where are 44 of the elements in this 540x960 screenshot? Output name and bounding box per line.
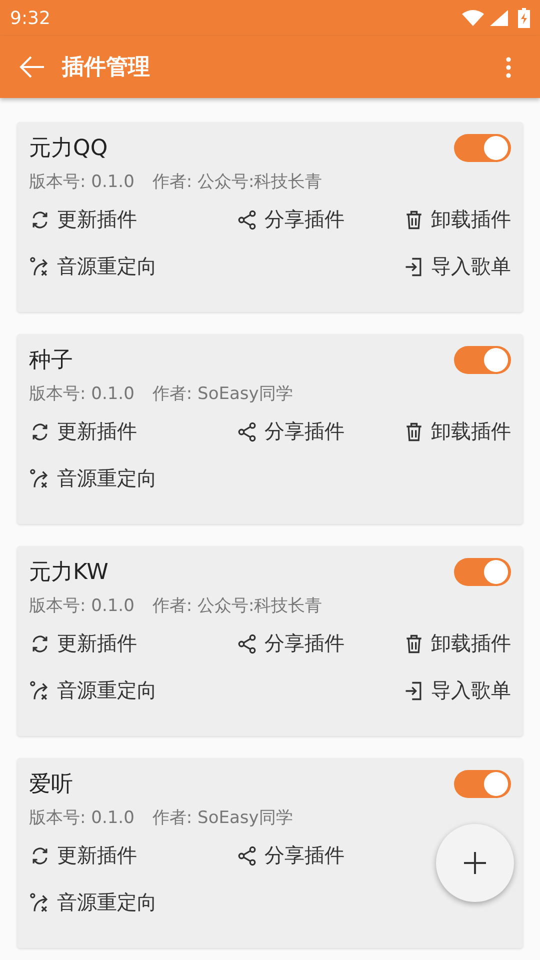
action-button[interactable]: 音源重定向	[29, 677, 190, 704]
toggle-switch[interactable]	[454, 134, 511, 162]
action-button[interactable]: 音源重定向	[29, 465, 190, 492]
action-button[interactable]: 卸载插件	[403, 206, 511, 233]
status-time: 9:32	[10, 8, 50, 28]
action-button[interactable]: 更新插件	[29, 630, 190, 657]
plugin-name: 元力KW	[29, 559, 108, 587]
action-button[interactable]: 音源重定向	[29, 889, 190, 916]
action-button[interactable]: 音源重定向	[29, 253, 190, 280]
version-text: 版本号: 0.1.0	[29, 170, 134, 192]
version-text: 版本号: 0.1.0	[29, 806, 134, 828]
author-text: 作者: SoEasy同学	[152, 806, 293, 828]
signal-icon	[490, 10, 508, 26]
author-text: 作者: 公众号:科技长青	[152, 170, 322, 192]
page-title: 插件管理	[62, 54, 151, 82]
battery-icon	[518, 8, 530, 28]
version-text: 版本号: 0.1.0	[29, 594, 134, 616]
action-button[interactable]: 卸载插件	[403, 418, 511, 445]
share-icon	[236, 632, 258, 654]
toggle-switch[interactable]	[454, 558, 511, 586]
author-text: 作者: 公众号:科技长青	[152, 594, 322, 616]
action-button[interactable]: 导入歌单	[403, 677, 511, 704]
action-button[interactable]: 导入歌单	[403, 253, 511, 280]
plugin-name: 爱听	[29, 771, 73, 799]
more-icon	[506, 56, 510, 78]
action-button[interactable]: 分享插件	[236, 842, 344, 869]
action-button[interactable]: 更新插件	[29, 418, 190, 445]
wifi-icon	[462, 10, 484, 26]
action-button[interactable]: 分享插件	[236, 630, 344, 657]
toggle-switch[interactable]	[454, 770, 511, 798]
plugin-name: 种子	[29, 347, 73, 375]
version-text: 版本号: 0.1.0	[29, 382, 134, 404]
action-button[interactable]: 更新插件	[29, 206, 190, 233]
author-text: 作者: SoEasy同学	[152, 382, 293, 404]
toggle-switch[interactable]	[454, 346, 511, 374]
share-icon	[236, 844, 258, 866]
action-button[interactable]: 更新插件	[29, 842, 190, 869]
action-button[interactable]: 分享插件	[236, 418, 344, 445]
share-icon	[236, 208, 258, 230]
action-button[interactable]: 分享插件	[236, 206, 344, 233]
plus-icon	[464, 852, 486, 874]
action-button[interactable]: 卸载插件	[403, 630, 511, 657]
plugin-name: 元力QQ	[29, 135, 108, 163]
share-icon	[236, 420, 258, 442]
